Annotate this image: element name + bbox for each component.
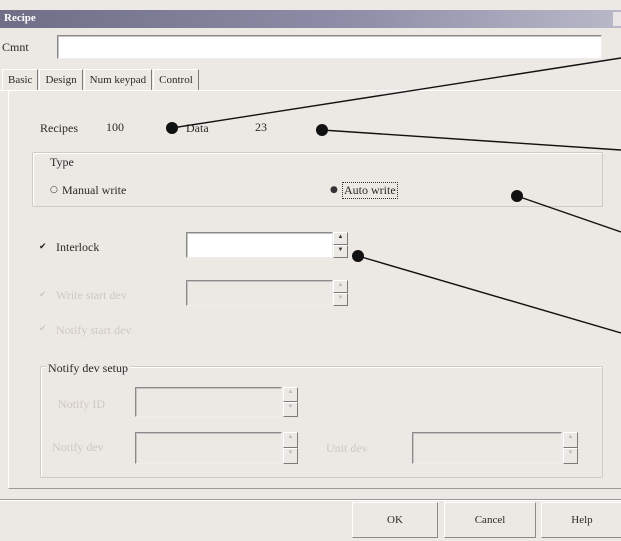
callout-dot-data	[316, 124, 328, 136]
callout-dot-recipes	[166, 122, 178, 134]
callout-overlay	[166, 57, 621, 334]
recipe-dialog: Recipe Cmnt Basic Design Num keypad Cont…	[0, 0, 621, 541]
callout-line-type	[516, 195, 621, 233]
callout-line-data	[321, 129, 621, 151]
callout-dot-interlock	[352, 250, 364, 262]
callout-dot-type	[511, 190, 523, 202]
callout-line-recipes	[171, 57, 621, 129]
callout-line-interlock	[357, 255, 621, 334]
